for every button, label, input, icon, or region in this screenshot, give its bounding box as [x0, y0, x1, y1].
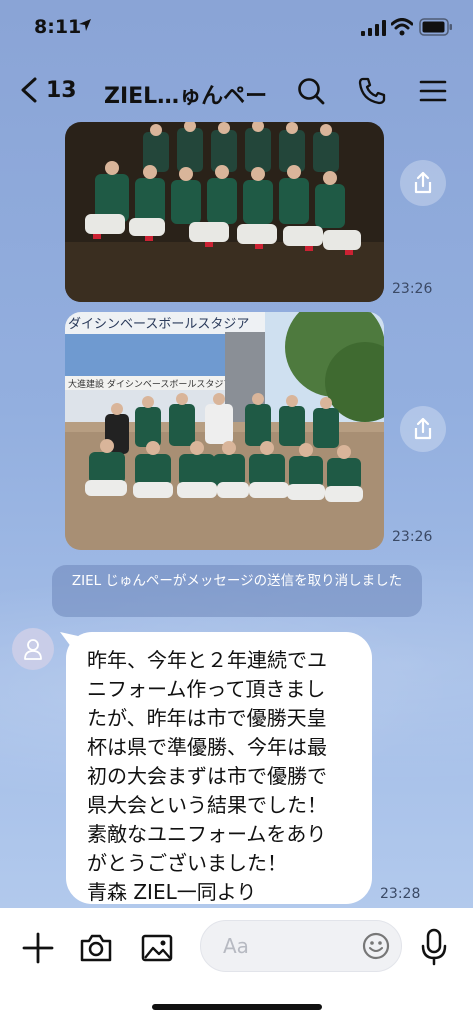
phone-icon[interactable] [357, 76, 387, 106]
status-bar: 8:11 [0, 0, 473, 56]
message-line: 県大会という結果でした！ [87, 793, 327, 817]
chat-title[interactable]: ZIEL…ゅんペー [104, 78, 274, 110]
message-timestamp: 23:28 [380, 886, 421, 902]
search-icon[interactable] [296, 76, 326, 106]
mic-icon[interactable] [418, 928, 450, 966]
team-photo-2[interactable]: ダイシンベースボールスタジア 大進建設 ダイシンベースボールスタジアム [65, 312, 384, 550]
share-button-1[interactable] [400, 160, 446, 206]
message-input-placeholder: Aa [223, 934, 249, 958]
share-button-2[interactable] [400, 406, 446, 452]
battery-icon [419, 18, 452, 36]
plus-icon[interactable] [20, 930, 56, 966]
stadium-banner: 大進建設 ダイシンベースボールスタジアム [68, 378, 241, 390]
avatar-icon [24, 639, 42, 660]
share-icon [414, 171, 432, 194]
share-icon [414, 417, 432, 440]
photo-1-timestamp: 23:26 [392, 281, 433, 297]
message-line: 杯は県で準優勝、今年は最 [87, 735, 327, 759]
unsent-message-notice: ZIEL じゅんペーがメッセージの送信を取り消しました [52, 565, 422, 617]
message-line: がとうございました！ [87, 851, 287, 875]
message-line: 素敵なユニフォームをあり [87, 822, 327, 846]
menu-icon[interactable] [418, 76, 448, 106]
message-bubble[interactable]: 昨年、今年と２年連続でユ ニフォーム作って頂きまし たが、昨年は市で優勝天皇 杯… [66, 632, 372, 904]
message-line: たが、昨年は市で優勝天皇 [87, 706, 327, 730]
message-line: 初の大会まずは市で優勝で [87, 764, 327, 788]
unread-count[interactable]: 13 [46, 78, 77, 103]
photo-2-timestamp: 23:26 [392, 529, 433, 545]
wifi-icon [391, 18, 413, 36]
emoji-icon[interactable] [361, 931, 391, 961]
message-input[interactable]: Aa [200, 920, 402, 972]
input-bar: Aa [0, 908, 473, 1024]
team-photo-1[interactable] [65, 122, 384, 302]
stadium-sign-top: ダイシンベースボールスタジア [68, 317, 249, 332]
home-indicator [152, 1004, 322, 1010]
image-icon[interactable] [139, 930, 175, 966]
chat-header: 13 ZIEL…ゅんペー [0, 64, 473, 120]
back-chevron-icon[interactable] [18, 76, 40, 104]
status-time: 8:11 [34, 16, 82, 38]
avatar[interactable] [12, 628, 54, 670]
location-arrow-icon [79, 19, 91, 31]
message-line: 青森 ZIEL一同より [87, 880, 257, 904]
message-line: 昨年、今年と２年連続でユ [87, 648, 327, 672]
cellular-signal-icon [361, 20, 386, 36]
camera-icon[interactable] [78, 930, 114, 966]
message-line: ニフォーム作って頂きまし [87, 677, 326, 701]
